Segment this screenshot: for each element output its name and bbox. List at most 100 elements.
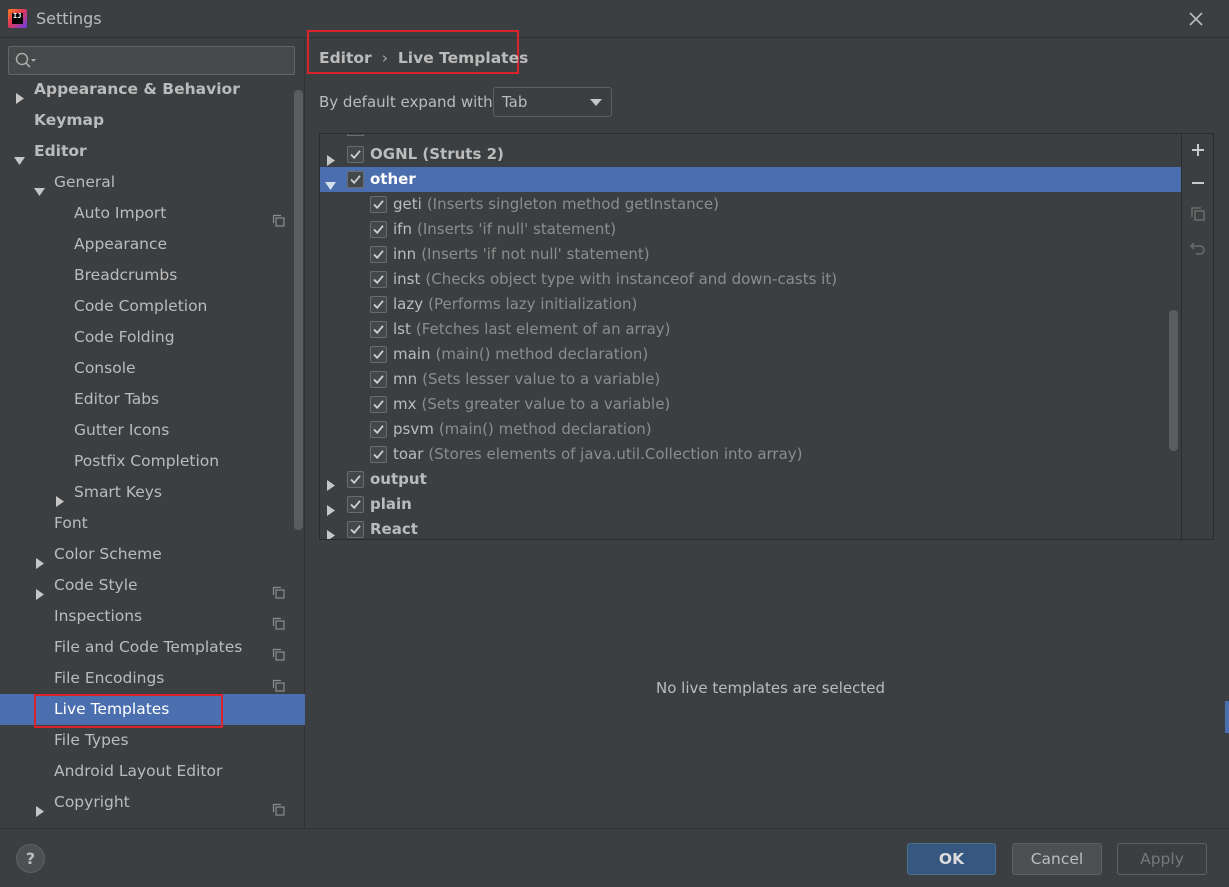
template-checkbox[interactable] [370, 346, 387, 363]
close-button[interactable] [1183, 6, 1209, 32]
template-checkbox[interactable] [370, 271, 387, 288]
collapsed-arrow-icon[interactable] [34, 549, 45, 569]
sidebar-item-auto-import[interactable]: Auto Import [0, 198, 305, 229]
sidebar-item-editor-tabs[interactable]: Editor Tabs [0, 384, 305, 415]
search-input[interactable] [45, 50, 285, 71]
sidebar-item-keymap[interactable]: Keymap [0, 105, 305, 136]
sidebar-item-console[interactable]: Console [0, 353, 305, 384]
remove-template-button[interactable] [1189, 174, 1207, 192]
close-icon [1189, 12, 1203, 26]
copy-template-button[interactable] [1189, 205, 1207, 223]
collapsed-arrow-icon[interactable] [34, 580, 45, 600]
sidebar-item-color-scheme[interactable]: Color Scheme [0, 539, 305, 570]
template-group-row[interactable]: OGNL (Struts 2) [320, 142, 1181, 167]
sidebar-item-file-types[interactable]: File Types [0, 725, 305, 756]
template-checkbox[interactable] [370, 396, 387, 413]
collapsed-arrow-icon[interactable] [54, 487, 65, 507]
cancel-button[interactable]: Cancel [1012, 843, 1102, 875]
sidebar-item-smart-keys[interactable]: Smart Keys [0, 477, 305, 508]
template-checkbox[interactable] [347, 496, 364, 513]
template-description: (main() method declaration) [435, 345, 649, 363]
template-checkbox[interactable] [370, 196, 387, 213]
sidebar-item-appearance[interactable]: Appearance [0, 229, 305, 260]
expanded-arrow-icon[interactable] [14, 146, 25, 165]
expand-with-select[interactable]: Tab [493, 87, 612, 117]
template-checkbox[interactable] [370, 221, 387, 238]
template-description: (Inserts 'if not null' statement) [421, 245, 650, 263]
settings-search[interactable] [8, 46, 295, 75]
expand-with-label: By default expand with [319, 93, 493, 111]
collapsed-arrow-icon[interactable] [325, 149, 336, 166]
sidebar-item-font[interactable]: Font [0, 508, 305, 539]
expanded-arrow-icon[interactable] [34, 177, 45, 196]
template-checkbox[interactable] [370, 371, 387, 388]
sidebar-item-inspections[interactable]: Inspections [0, 601, 305, 632]
template-row[interactable]: main (main() method declaration) [320, 342, 1181, 367]
template-checkbox[interactable] [347, 146, 364, 163]
template-group-row[interactable]: plain [320, 492, 1181, 517]
expanded-arrow-icon[interactable] [325, 174, 336, 190]
expand-with-value: Tab [502, 93, 528, 111]
restore-template-button[interactable] [1189, 238, 1207, 256]
collapsed-arrow-icon[interactable] [325, 499, 336, 516]
template-group-row[interactable]: other [320, 167, 1181, 192]
template-row[interactable]: mx (Sets greater value to a variable) [320, 392, 1181, 417]
template-row[interactable]: geti (Inserts singleton method getInstanc… [320, 192, 1181, 217]
sidebar-item-gutter-icons[interactable]: Gutter Icons [0, 415, 305, 446]
template-name: psvm (main() method declaration) [393, 417, 652, 442]
apply-button[interactable]: Apply [1117, 843, 1207, 875]
checkmark-icon [373, 375, 384, 385]
template-name: ifn (Inserts 'if null' statement) [393, 217, 616, 242]
sidebar-item-general[interactable]: General [0, 167, 305, 198]
template-row[interactable]: lazy (Performs lazy initialization) [320, 292, 1181, 317]
sidebar-item-editor[interactable]: Editor [0, 136, 305, 167]
template-checkbox[interactable] [370, 246, 387, 263]
collapsed-arrow-icon[interactable] [325, 474, 336, 491]
checkmark-icon [373, 350, 384, 360]
template-group-row[interactable]: output [320, 467, 1181, 492]
collapsed-arrow-icon[interactable] [34, 797, 45, 817]
collapsed-arrow-icon[interactable] [14, 84, 25, 104]
add-template-button[interactable] [1189, 141, 1207, 159]
sidebar-item-file-and-code-templates[interactable]: File and Code Templates [0, 632, 305, 663]
template-row[interactable]: psvm (main() method declaration) [320, 417, 1181, 442]
template-row[interactable]: inn (Inserts 'if not null' statement) [320, 242, 1181, 267]
template-row[interactable]: lst (Fetches last element of an array) [320, 317, 1181, 342]
template-checkbox[interactable] [347, 171, 364, 188]
template-description: (Sets lesser value to a variable) [422, 370, 661, 388]
template-abbreviation: output [370, 470, 427, 488]
template-group-row[interactable]: React [320, 517, 1181, 539]
sidebar-item-android-layout-editor[interactable]: Android Layout Editor [0, 756, 305, 787]
template-row[interactable]: mn (Sets lesser value to a variable) [320, 367, 1181, 392]
sidebar-item-breadcrumbs[interactable]: Breadcrumbs [0, 260, 305, 291]
sidebar-item-label: Appearance & Behavior [34, 80, 240, 98]
template-abbreviation: inn [393, 245, 417, 263]
ok-button[interactable]: OK [907, 843, 996, 875]
sidebar-item-copyright[interactable]: Copyright [0, 787, 305, 818]
sidebar-scrollbar[interactable] [294, 90, 303, 530]
template-checkbox[interactable] [370, 321, 387, 338]
template-checkbox[interactable] [370, 446, 387, 463]
checkmark-icon [350, 150, 361, 160]
template-row[interactable]: ifn (Inserts 'if null' statement) [320, 217, 1181, 242]
template-name: main (main() method declaration) [393, 342, 648, 367]
template-row[interactable]: toar (Stores elements of java.util.Collec… [320, 442, 1181, 467]
sidebar-item-code-style[interactable]: Code Style [0, 570, 305, 601]
breadcrumb-parent[interactable]: Editor [319, 49, 372, 67]
minus-icon [1192, 182, 1204, 184]
template-row[interactable]: inst (Checks object type with instanceof … [320, 267, 1181, 292]
help-button[interactable]: ? [16, 844, 45, 873]
sidebar-item-postfix-completion[interactable]: Postfix Completion [0, 446, 305, 477]
template-checkbox[interactable] [347, 471, 364, 488]
template-checkbox[interactable] [347, 521, 364, 538]
sidebar-item-code-folding[interactable]: Code Folding [0, 322, 305, 353]
template-checkbox[interactable] [370, 296, 387, 313]
template-description: (Checks object type with instanceof and … [425, 270, 838, 288]
template-description: (Stores elements of java.util.Collection… [428, 445, 803, 463]
sidebar-item-file-encodings[interactable]: File Encodings [0, 663, 305, 694]
collapsed-arrow-icon[interactable] [325, 524, 336, 539]
template-name: geti (Inserts singleton method getInstanc… [393, 192, 719, 217]
sidebar-item-code-completion[interactable]: Code Completion [0, 291, 305, 322]
sidebar-item-appearance-behavior[interactable]: Appearance & Behavior [0, 78, 305, 105]
template-checkbox[interactable] [370, 421, 387, 438]
